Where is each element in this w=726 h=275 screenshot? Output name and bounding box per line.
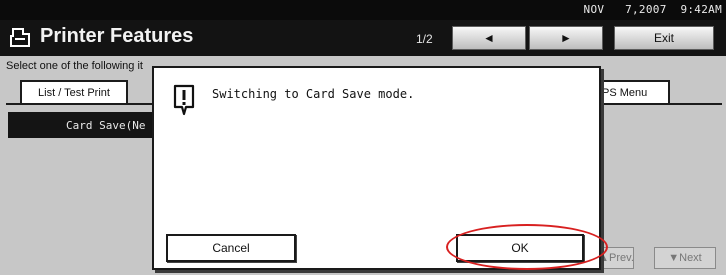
- cancel-button[interactable]: Cancel: [166, 234, 296, 262]
- exit-button[interactable]: Exit: [614, 26, 714, 50]
- date-time: NOV 7,2007 9:42AM: [583, 3, 722, 16]
- tab-list-test-print[interactable]: List / Test Print: [20, 80, 128, 104]
- list-prev-button[interactable]: ▲Prev.: [598, 247, 634, 269]
- header-bar: Printer Features 1/2 ◄ ► Exit: [0, 20, 726, 56]
- status-bar: NOV 7,2007 9:42AM: [0, 0, 726, 20]
- prev-page-button[interactable]: ◄: [452, 26, 526, 50]
- left-arrow-icon: ◄: [483, 31, 495, 45]
- instruction-text: Select one of the following it: [6, 60, 143, 72]
- warning-icon: [173, 84, 195, 116]
- dialog-message: Switching to Card Save mode.: [212, 87, 415, 101]
- next-page-button[interactable]: ►: [529, 26, 603, 50]
- confirmation-dialog: Switching to Card Save mode. Cancel OK: [152, 66, 601, 270]
- page-indicator: 1/2: [416, 32, 433, 46]
- ok-button[interactable]: OK: [456, 234, 584, 262]
- right-arrow-icon: ►: [560, 31, 572, 45]
- page-title: Printer Features: [40, 25, 194, 47]
- list-next-button[interactable]: ▼Next: [654, 247, 716, 269]
- printer-icon: [10, 28, 30, 47]
- tab-ps-menu[interactable]: PS Menu: [598, 80, 670, 104]
- printer-screen: NOV 7,2007 9:42AM Printer Features 1/2 ◄…: [0, 0, 726, 275]
